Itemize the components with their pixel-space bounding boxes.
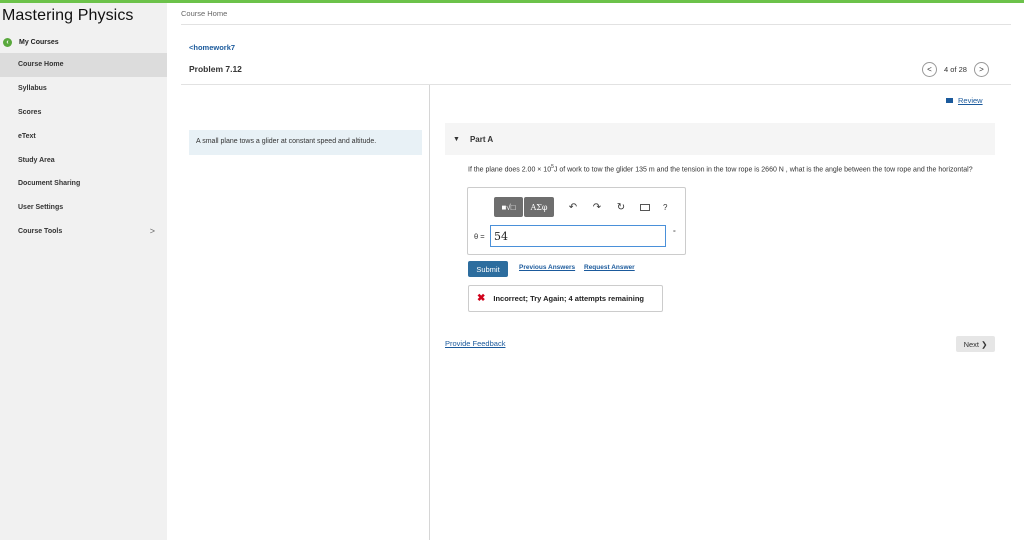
math-toolbar: ■√□ AΣφ ↶ ↷ ↻ ?: [494, 197, 667, 217]
sidebar-item-course-home[interactable]: Course Home: [0, 53, 167, 77]
problem-intro: A small plane tows a glider at constant …: [189, 130, 422, 155]
question-text-part: If the plane does 2.00 × 10: [468, 166, 552, 174]
redo-icon[interactable]: ↷: [592, 202, 602, 213]
page-title: Problem 7.12: [189, 64, 242, 74]
sidebar-item-label: Study Area: [18, 156, 55, 164]
panel-divider: [429, 85, 430, 540]
back-arrow-icon: ‹: [3, 37, 12, 47]
answer-input[interactable]: [490, 225, 666, 247]
templates-button[interactable]: ■√□: [494, 197, 523, 217]
submit-button[interactable]: Submit: [468, 261, 508, 277]
review-icon: [946, 98, 953, 103]
review-label: Review: [958, 96, 983, 105]
breadcrumb[interactable]: Course Home: [181, 9, 227, 18]
sidebar-item-label: Scores: [18, 108, 42, 116]
sidebar-nav: Course Home Syllabus Scores eText Study …: [0, 53, 167, 243]
sidebar-item-scores[interactable]: Scores: [0, 101, 167, 125]
previous-answers-link[interactable]: Previous Answers: [519, 264, 575, 271]
sidebar-item-syllabus[interactable]: Syllabus: [0, 77, 167, 101]
variable-label: θ =: [474, 232, 485, 241]
back-to-assignment-link[interactable]: <homework7: [189, 43, 235, 52]
part-label: Part A: [469, 134, 494, 144]
keyboard-icon[interactable]: [640, 203, 650, 211]
provide-feedback-link[interactable]: Provide Feedback: [445, 339, 505, 348]
symbols-button[interactable]: AΣφ: [524, 197, 554, 217]
next-problem-button[interactable]: >: [973, 61, 989, 77]
caret-down-icon: ▼: [453, 135, 460, 143]
reset-icon[interactable]: ↻: [616, 202, 626, 213]
my-courses-link[interactable]: ‹ My Courses: [0, 32, 167, 52]
sidebar-item-label: Document Sharing: [18, 180, 81, 188]
part-header[interactable]: ▼ Part A: [445, 123, 995, 155]
app-title: Mastering Physics: [2, 7, 134, 24]
error-x-icon: ✖: [477, 293, 486, 304]
undo-icon[interactable]: ↶: [568, 202, 578, 213]
question-text: If the plane does 2.00 × 105J of work to…: [468, 163, 988, 174]
pager-position: 4 of 28: [944, 64, 967, 74]
divider: [181, 84, 1011, 85]
chevron-right-icon: >: [149, 225, 155, 236]
sidebar-item-label: Course Tools: [18, 227, 63, 235]
problem-pager: < 4 of 28 >: [922, 61, 989, 77]
sidebar-item-etext[interactable]: eText: [0, 124, 167, 148]
feedback-message: ✖ Incorrect; Try Again; 4 attempts remai…: [468, 285, 663, 312]
sidebar-item-document-sharing[interactable]: Document Sharing: [0, 172, 167, 196]
review-link[interactable]: Review: [946, 96, 983, 105]
help-button[interactable]: ?: [663, 203, 667, 212]
sidebar-item-label: eText: [18, 132, 36, 140]
my-courses-label: My Courses: [19, 38, 59, 46]
sidebar-item-label: User Settings: [18, 204, 64, 212]
sidebar-item-user-settings[interactable]: User Settings: [0, 196, 167, 220]
sidebar: Mastering Physics ‹ My Courses Course Ho…: [0, 3, 167, 540]
answer-box: ■√□ AΣφ ↶ ↷ ↻ ? θ = °: [467, 187, 686, 255]
sidebar-item-label: Syllabus: [18, 85, 47, 93]
request-answer-link[interactable]: Request Answer: [584, 264, 635, 271]
sidebar-item-study-area[interactable]: Study Area: [0, 148, 167, 172]
sidebar-item-label: Course Home: [18, 61, 64, 69]
next-button[interactable]: Next ❯: [956, 336, 995, 352]
sidebar-item-course-tools[interactable]: Course Tools >: [0, 220, 167, 244]
previous-problem-button[interactable]: <: [922, 61, 937, 77]
unit-label: °: [673, 230, 676, 237]
divider: [181, 24, 1011, 25]
problem-intro-text: A small plane tows a glider at constant …: [196, 138, 377, 145]
feedback-text: Incorrect; Try Again; 4 attempts remaini…: [493, 294, 644, 303]
question-text-part: J of work to tow the glider 135 m and th…: [553, 166, 973, 174]
